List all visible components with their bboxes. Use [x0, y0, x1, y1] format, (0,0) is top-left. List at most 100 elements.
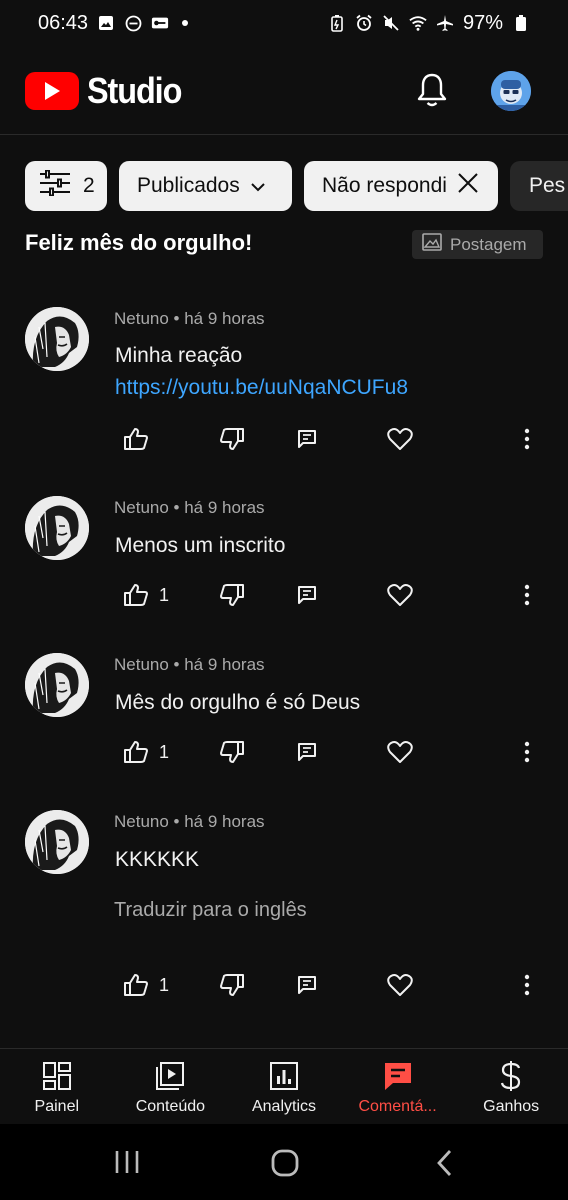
- studio-logo[interactable]: Studio: [25, 70, 192, 112]
- status-time: 06:43: [38, 11, 89, 34]
- gallery-icon: [97, 14, 115, 32]
- notification-dot-icon: [182, 20, 189, 26]
- notifications-bell-icon[interactable]: [415, 72, 449, 108]
- commenter-avatar[interactable]: [25, 496, 89, 560]
- sliders-icon: [39, 169, 71, 202]
- not-replied-label: Não respondi: [322, 174, 447, 197]
- filters-chip[interactable]: 2: [25, 161, 107, 211]
- thumbs-down-icon: [219, 427, 245, 451]
- reply-icon: [296, 974, 318, 996]
- like-button[interactable]: [123, 424, 159, 454]
- nav-analytics[interactable]: Analytics: [227, 1049, 341, 1124]
- commenter-avatar[interactable]: [25, 810, 89, 874]
- commenter-avatar[interactable]: [25, 307, 89, 371]
- like-count: 1: [159, 974, 170, 995]
- more-options-button[interactable]: [523, 580, 531, 610]
- post-type-badge[interactable]: Postagem: [412, 230, 543, 259]
- nav-dashboard[interactable]: Painel: [0, 1049, 114, 1124]
- more-options-button[interactable]: [523, 737, 531, 767]
- dislike-button[interactable]: [219, 970, 245, 1000]
- commenter-avatar[interactable]: [25, 653, 89, 717]
- nav-comments-label: Comentá...: [358, 1098, 437, 1115]
- reply-icon: [296, 428, 318, 450]
- like-button[interactable]: 1: [123, 970, 169, 1000]
- logo-text: Studio: [87, 70, 182, 111]
- post-type-label: Postagem: [450, 234, 527, 254]
- comment-link[interactable]: https://youtu.be/uuNqaNCUFu8: [115, 372, 408, 404]
- close-icon[interactable]: [457, 172, 479, 200]
- thumbs-down-icon: [219, 740, 245, 764]
- comment-body: Mês do orgulho é só Deus: [115, 691, 361, 714]
- heart-icon: [387, 740, 413, 764]
- reply-button[interactable]: [296, 424, 318, 454]
- comment-meta: Netuno • há 9 horas: [114, 812, 265, 831]
- published-chip[interactable]: Publicados: [119, 161, 292, 211]
- reply-button[interactable]: [296, 580, 318, 610]
- app-header: Studio: [0, 46, 568, 135]
- image-icon: [422, 233, 442, 256]
- system-navigation-bar: [0, 1124, 568, 1200]
- status-left: 06:43: [38, 11, 189, 35]
- nav-comments[interactable]: Comentá...: [341, 1049, 455, 1124]
- heart-button[interactable]: [387, 424, 413, 454]
- earn-icon: [495, 1060, 527, 1092]
- dislike-button[interactable]: [219, 580, 245, 610]
- analytics-icon: [268, 1060, 300, 1092]
- recent-apps-button[interactable]: [113, 1148, 141, 1176]
- thumbs-up-icon: [123, 740, 149, 764]
- home-icon: [270, 1149, 300, 1182]
- heart-button[interactable]: [387, 580, 413, 610]
- nav-dashboard-label: Painel: [34, 1098, 80, 1115]
- nav-earn[interactable]: Ganhos: [454, 1049, 568, 1124]
- like-count: 1: [159, 584, 170, 605]
- heart-icon: [387, 583, 413, 607]
- thumbs-up-icon: [123, 427, 149, 451]
- chevron-down-icon: [250, 174, 266, 198]
- nav-content-label: Conteúdo: [135, 1098, 206, 1115]
- dislike-button[interactable]: [219, 737, 245, 767]
- like-count: 1: [159, 741, 170, 762]
- comment-body: Minha reação: [115, 344, 243, 367]
- comment-meta: Netuno • há 9 horas: [114, 309, 265, 328]
- wifi-icon: [409, 14, 427, 32]
- nav-analytics-label: Analytics: [251, 1098, 316, 1115]
- dashboard-icon: [41, 1060, 73, 1092]
- comment-body: KKKKKK: [115, 848, 200, 871]
- more-options-button[interactable]: [523, 424, 531, 454]
- dislike-button[interactable]: [219, 424, 245, 454]
- comment-actions: [0, 424, 568, 454]
- search-chip[interactable]: Pes: [510, 161, 568, 211]
- heart-button[interactable]: [387, 970, 413, 1000]
- nav-content[interactable]: Conteúdo: [114, 1049, 228, 1124]
- recent-apps-icon: [113, 1151, 141, 1180]
- account-avatar[interactable]: [491, 71, 531, 111]
- nav-earn-label: Ganhos: [483, 1098, 540, 1115]
- thumbs-up-icon: [123, 583, 149, 607]
- reply-button[interactable]: [296, 737, 318, 767]
- home-button[interactable]: [270, 1148, 300, 1177]
- battery-icon: [512, 14, 530, 32]
- translate-link[interactable]: Traduzir para o inglês: [114, 899, 307, 922]
- like-button[interactable]: 1: [123, 737, 169, 767]
- more-options-button[interactable]: [523, 970, 531, 1000]
- comment-actions: 1: [0, 737, 568, 767]
- back-button[interactable]: [435, 1148, 455, 1176]
- back-arrow-icon: [435, 1150, 455, 1182]
- like-button[interactable]: 1: [123, 580, 169, 610]
- post-title: Feliz mês do orgulho!: [25, 230, 253, 255]
- comment-actions: 1: [0, 580, 568, 610]
- not-replied-chip[interactable]: Não respondi: [304, 161, 498, 211]
- comments-icon: [382, 1060, 414, 1092]
- reply-button[interactable]: [296, 970, 318, 1000]
- bottom-nav: Painel Conteúdo Analytics Comentá... Gan…: [0, 1048, 568, 1124]
- comment-actions: 1: [0, 970, 568, 1000]
- heart-button[interactable]: [387, 737, 413, 767]
- mute-icon: [382, 14, 400, 32]
- more-vert-icon: [523, 428, 531, 450]
- battery-saver-icon: [328, 14, 346, 32]
- search-chip-label: Pes: [529, 174, 566, 197]
- more-vert-icon: [523, 741, 531, 763]
- content-icon: [154, 1060, 186, 1092]
- status-right: 97%: [328, 12, 530, 35]
- comment-text: Minha reação https://youtu.be/uuNqaNCUFu…: [115, 340, 408, 404]
